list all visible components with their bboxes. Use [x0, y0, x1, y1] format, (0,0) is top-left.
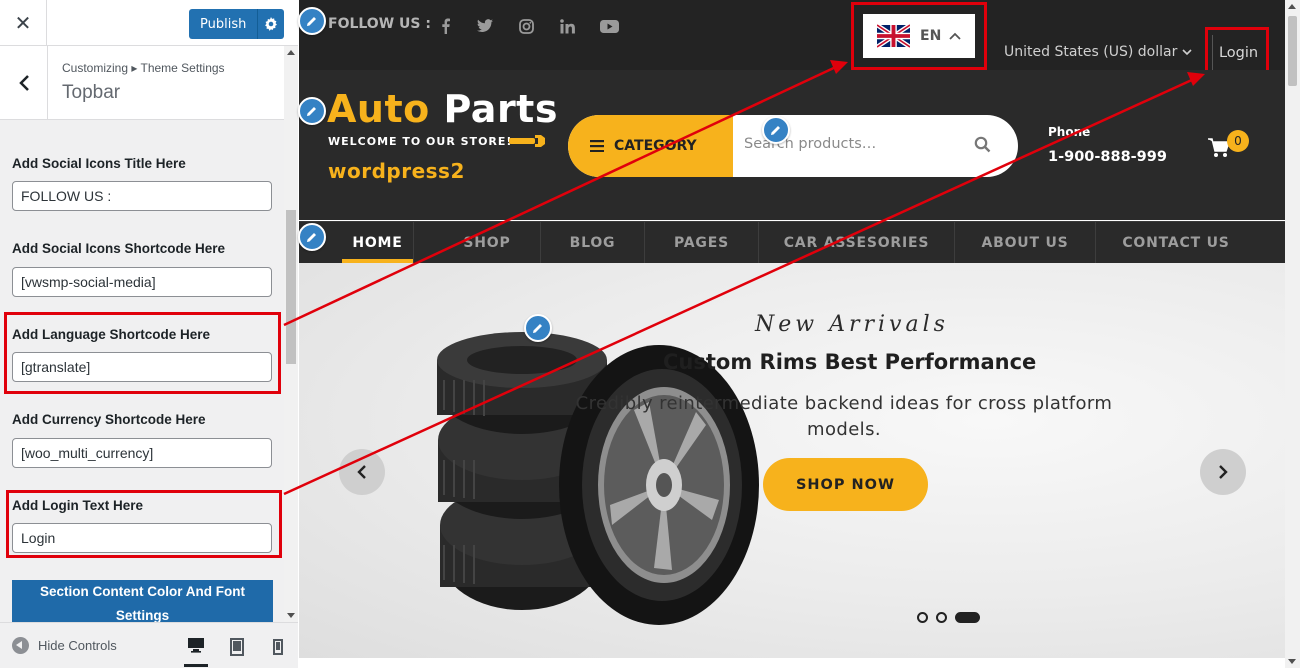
nav-item-shop[interactable]: SHOP: [434, 222, 541, 264]
youtube-icon[interactable]: [598, 16, 620, 36]
menu-icon: [590, 140, 604, 152]
mobile-icon[interactable]: [266, 635, 290, 659]
hide-controls-label: Hide Controls: [38, 638, 117, 653]
gear-icon[interactable]: [257, 9, 284, 39]
cart-count-badge: 0: [1227, 130, 1249, 152]
preview-scrollbar[interactable]: [1285, 0, 1300, 668]
social-shortcode-input[interactable]: [vwsmp-social-media]: [12, 267, 272, 297]
follow-label: FOLLOW US :: [328, 16, 431, 32]
scroll-up-arrow[interactable]: [287, 50, 295, 55]
breadcrumb: Customizing ▸ Theme Settings: [62, 61, 225, 75]
edit-shortcut-pencil-icon[interactable]: [298, 223, 326, 251]
nav-item-about-us[interactable]: ABOUT US: [955, 222, 1096, 264]
section-settings-button[interactable]: Section Content Color And Font Settings: [12, 580, 273, 622]
scroll-thumb[interactable]: [1288, 16, 1297, 86]
twitter-icon[interactable]: [475, 16, 495, 36]
controls-panel: Add Social Icons Title Here FOLLOW US : …: [0, 120, 284, 622]
logo-tagline: WELCOME TO OUR STORE!: [328, 135, 513, 148]
social-title-label: Add Social Icons Title Here: [12, 156, 186, 171]
hero-slider: New Arrivals Custom Rims Best Performanc…: [299, 263, 1285, 658]
slider-dot[interactable]: [917, 612, 928, 623]
edit-shortcut-pencil-icon[interactable]: [524, 314, 552, 342]
edit-shortcut-pencil-icon[interactable]: [298, 7, 326, 35]
social-title-input[interactable]: FOLLOW US :: [12, 181, 272, 211]
login-text-label: Add Login Text Here: [12, 498, 144, 513]
login-highlight-frame: [1205, 27, 1269, 74]
shop-now-button[interactable]: SHOP NOW: [763, 458, 928, 511]
chevron-down-icon: [1182, 48, 1192, 55]
login-text-input[interactable]: Login: [12, 523, 272, 553]
slide-title: Custom Rims Best Performance: [663, 350, 1037, 374]
chevron-right-icon: [1219, 465, 1228, 479]
scroll-thumb[interactable]: [286, 210, 296, 364]
nav-item-car-assesories[interactable]: CAR ASSESORIES: [759, 222, 955, 264]
nav-item-home[interactable]: HOME: [342, 222, 414, 264]
site-name[interactable]: wordpress2: [328, 159, 465, 183]
facebook-icon[interactable]: [437, 16, 453, 36]
slider-dot[interactable]: [936, 612, 947, 623]
scroll-up-arrow[interactable]: [1288, 4, 1296, 9]
language-highlight-frame: [851, 2, 987, 70]
site-header: Auto Parts WELCOME TO OUR STORE! wordpre…: [299, 70, 1285, 220]
publish-button[interactable]: Publish: [189, 9, 284, 39]
topbar: FOLLOW US : EN United States (US) dollar…: [299, 0, 1285, 74]
currency-shortcode-input[interactable]: [woo_multi_currency]: [12, 438, 272, 468]
scroll-down-arrow[interactable]: [287, 613, 295, 618]
tire-stack-image: [437, 332, 759, 625]
section-title: Topbar: [62, 82, 121, 103]
logo-main-text: Auto: [327, 87, 430, 131]
nav-item-blog[interactable]: BLOG: [541, 222, 645, 264]
scroll-down-arrow[interactable]: [1288, 659, 1296, 664]
customizer-footer: Hide Controls: [0, 622, 298, 668]
nav-item-pages[interactable]: PAGES: [645, 222, 759, 264]
wrench-icon: [509, 135, 545, 147]
slide-eyebrow: New Arrivals: [755, 312, 949, 337]
site-logo[interactable]: Auto Parts: [327, 87, 558, 131]
currency-label: United States (US) dollar: [1004, 44, 1178, 60]
slider-dots: [917, 612, 980, 623]
currency-shortcode-label: Add Currency Shortcode Here: [12, 412, 206, 427]
nav-item-contact-us[interactable]: CONTACT US: [1096, 222, 1256, 264]
main-nav: HOME SHOP BLOG PAGES CAR ASSESORIES ABOU…: [299, 221, 1285, 264]
collapse-icon: [12, 637, 29, 654]
customizer-sidebar: ✕ Publish Customizing ▸ Theme Settings T…: [0, 0, 298, 668]
currency-switcher[interactable]: United States (US) dollar: [1004, 44, 1192, 60]
social-shortcode-label: Add Social Icons Shortcode Here: [12, 241, 226, 256]
customizer-header: ✕ Publish: [0, 0, 298, 46]
back-button[interactable]: [0, 46, 48, 120]
hide-controls-button[interactable]: Hide Controls: [12, 637, 117, 654]
chevron-left-icon: [18, 75, 29, 91]
chevron-left-icon: [357, 465, 366, 479]
phone-label: Phone: [1048, 125, 1091, 139]
slider-dot-active[interactable]: [955, 612, 980, 623]
phone-number[interactable]: 1-900-888-999: [1048, 149, 1167, 165]
linkedin-icon[interactable]: [558, 16, 576, 36]
category-label: CATEGORY: [614, 138, 697, 154]
category-button[interactable]: CATEGORY: [568, 115, 733, 177]
sidebar-scrollbar[interactable]: [284, 46, 298, 622]
desktop-icon[interactable]: [184, 633, 208, 667]
language-shortcode-input[interactable]: [gtranslate]: [12, 352, 272, 382]
slider-next-button[interactable]: [1200, 449, 1246, 495]
tablet-icon[interactable]: [225, 635, 249, 659]
search-bar: CATEGORY Search products…: [568, 115, 1018, 177]
close-icon[interactable]: ✕: [0, 0, 47, 46]
instagram-icon[interactable]: [517, 16, 535, 36]
edit-shortcut-pencil-icon[interactable]: [298, 97, 326, 125]
search-icon[interactable]: [974, 136, 991, 153]
logo-accent-text: Parts: [443, 87, 558, 131]
language-shortcode-label: Add Language Shortcode Here: [12, 327, 211, 342]
site-preview: FOLLOW US : EN United States (US) dollar…: [299, 0, 1300, 668]
section-header: Customizing ▸ Theme Settings Topbar: [0, 46, 284, 120]
edit-shortcut-pencil-icon[interactable]: [762, 116, 790, 144]
slide-description: Credibly reintermediate backend ideas fo…: [575, 393, 1113, 440]
slider-prev-button[interactable]: [339, 449, 385, 495]
publish-label[interactable]: Publish: [189, 17, 257, 32]
